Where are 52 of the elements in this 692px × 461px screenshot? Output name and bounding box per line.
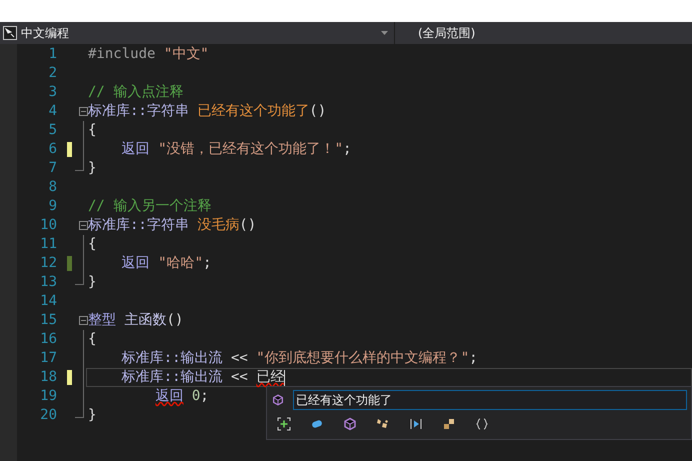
line-number: 2 [48, 64, 57, 83]
line-number: 16 [39, 330, 57, 349]
skip-icon[interactable] [408, 416, 424, 432]
line-number: 4 [48, 102, 57, 121]
code-line: 标准库::输出流 << 已经 [120, 368, 284, 387]
dropdown-caret-icon [381, 31, 388, 35]
completion-item[interactable]: 已经有这个功能了 [293, 390, 687, 410]
scope-dropdown[interactable]: (全局范围) [395, 22, 692, 44]
code-line: } [88, 159, 96, 178]
line-number: 1 [48, 45, 57, 64]
code-line: { [88, 235, 96, 254]
collapse-icon[interactable] [79, 316, 88, 325]
line-number: 12 [39, 254, 57, 273]
code-line: { [88, 330, 96, 349]
line-number: 13 [39, 273, 57, 292]
code-line: 返回 "没错，已经有这个功能了！"; [120, 140, 352, 159]
line-number: 6 [48, 140, 57, 159]
code-line: { [88, 121, 96, 140]
line-number: 3 [48, 83, 57, 102]
line-number: 8 [48, 178, 57, 197]
code-line: // 输入另一个注释 [88, 197, 212, 216]
line-number: 19 [39, 387, 57, 406]
line-number: 17 [39, 349, 57, 368]
line-number: 15 [39, 311, 57, 330]
bracket-plus-icon[interactable] [276, 416, 292, 432]
line-number: 14 [39, 292, 57, 311]
line-number: 5 [48, 121, 57, 140]
code-line: 返回 "哈哈"; [120, 254, 212, 273]
line-number: 18 [39, 368, 57, 387]
line-number: 7 [48, 159, 57, 178]
code-line: // 输入点注释 [88, 83, 184, 102]
braces-icon[interactable] [474, 416, 490, 432]
file-dropdown[interactable]: 中文编程 [0, 22, 395, 44]
cube-icon[interactable] [342, 416, 358, 432]
line-number: 10 [39, 216, 57, 235]
line-number: 9 [48, 197, 57, 216]
code-line: 标准库::字符串 已经有这个功能了() [88, 102, 326, 121]
file-name: 中文编程 [21, 25, 69, 42]
code-line: 返回 0; [154, 387, 209, 406]
cube-icon [271, 393, 285, 407]
line-number: 11 [39, 235, 57, 254]
code-line: } [88, 406, 96, 425]
code-line: 整型 主函数() [88, 311, 184, 330]
collapse-icon[interactable] [79, 221, 88, 230]
code-line: 标准库::输出流 << "你到底想要什么样的中文编程？"; [120, 349, 478, 368]
line-number: 20 [39, 406, 57, 425]
code-line: #include "中文" [88, 45, 209, 64]
blocks-icon[interactable] [441, 416, 457, 432]
code-line: 标准库::字符串 没毛病() [88, 216, 256, 235]
project-icon [3, 26, 17, 40]
code-line: } [88, 273, 96, 292]
collapse-icon[interactable] [79, 107, 88, 116]
